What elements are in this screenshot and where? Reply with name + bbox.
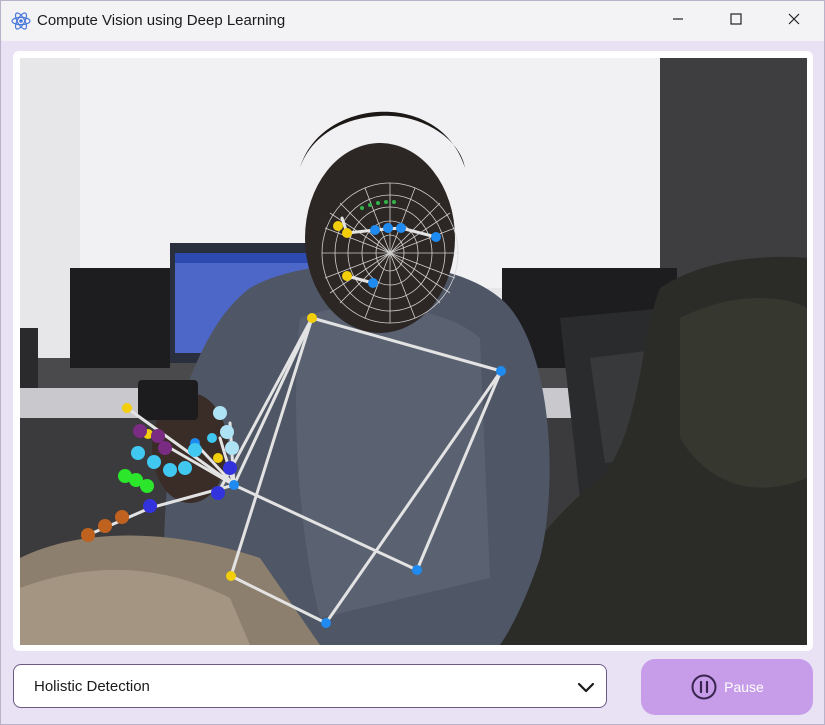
pause-button[interactable]: Pause [641, 659, 813, 715]
monitor-left [70, 268, 170, 368]
maximize-icon [730, 12, 742, 30]
pause-button-label: Pause [724, 679, 764, 695]
mode-select-value: Holistic Detection [34, 678, 150, 695]
minimize-icon [672, 12, 684, 30]
maximize-button[interactable] [707, 1, 765, 41]
close-icon [788, 12, 800, 30]
pause-circle-icon [690, 673, 718, 701]
react-atom-icon [11, 11, 31, 31]
close-button[interactable] [765, 1, 823, 41]
chevron-down-icon[interactable] [576, 677, 596, 697]
video-feed [20, 58, 807, 645]
title-bar[interactable]: Compute Vision using Deep Learning [1, 1, 824, 41]
app-window: Compute Vision using Deep Learning Holis… [0, 0, 825, 725]
window-title: Compute Vision using Deep Learning [37, 12, 286, 29]
minimize-button[interactable] [649, 1, 707, 41]
webcam-image [20, 58, 807, 645]
mode-select[interactable]: Holistic Detection [13, 664, 607, 708]
